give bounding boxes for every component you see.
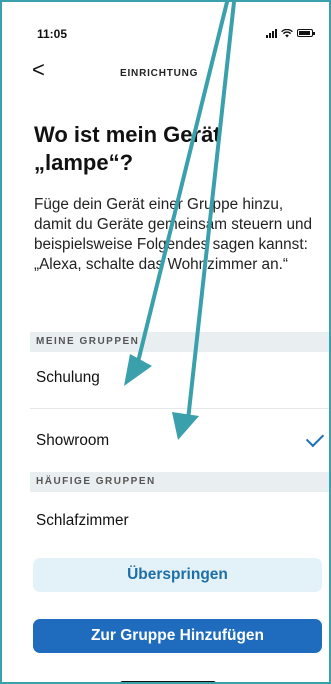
back-chevron-icon[interactable]: < (32, 59, 45, 81)
cellular-signal-icon (266, 28, 277, 38)
group-item-label: Schulung (36, 369, 100, 386)
group-item-schlafzimmer[interactable]: Schlafzimmer (30, 499, 329, 543)
page-title: Wo ist mein Gerät „lampe“? (34, 122, 221, 175)
group-item-label: Schlafzimmer (36, 512, 129, 529)
group-item-label: Showroom (36, 432, 110, 449)
add-to-group-button[interactable]: Zur Gruppe Hinzufügen (33, 619, 322, 653)
group-item-showroom[interactable]: Showroom (30, 419, 329, 463)
section-header-common-groups: HÄUFIGE GRUPPEN (30, 472, 329, 492)
nav-title: EINRICHTUNG (120, 68, 199, 79)
section-header-my-groups: MEINE GRUPPEN (30, 332, 329, 352)
skip-button[interactable]: Überspringen (33, 558, 322, 592)
description-text: Füge dein Gerät einer Gruppe hinzu, dami… (34, 196, 313, 273)
status-time: 11:05 (37, 27, 68, 41)
status-icons (266, 28, 315, 38)
checkmark-icon (305, 428, 325, 448)
battery-icon (297, 29, 315, 37)
group-item-schulung[interactable]: Schulung (30, 356, 329, 400)
phone-screen: 11:05 < EINRICHTUNG Wo ist mein Gerät „l… (0, 0, 331, 684)
divider (30, 408, 329, 409)
nav-bar: < EINRICHTUNG (2, 58, 329, 88)
status-bar: 11:05 (2, 2, 329, 46)
wifi-icon (281, 28, 293, 37)
